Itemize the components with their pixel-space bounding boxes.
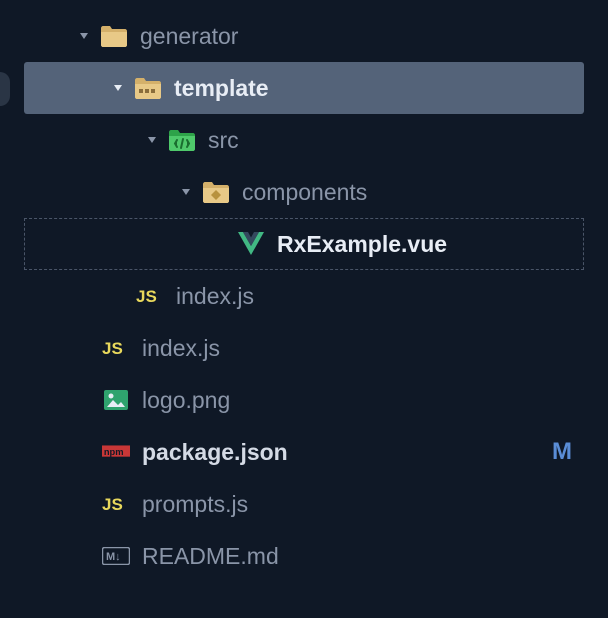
- tree-file-logo[interactable]: logo.png: [0, 374, 608, 426]
- folder-template-icon: [134, 74, 162, 102]
- chevron-down-icon: [110, 80, 126, 96]
- tree-file-readme[interactable]: M↓ README.md: [0, 530, 608, 582]
- folder-components-icon: [202, 178, 230, 206]
- js-icon: JS: [102, 490, 130, 518]
- npm-icon: npm: [102, 438, 130, 466]
- chevron-down-icon: [144, 132, 160, 148]
- tree-folder-components[interactable]: components: [0, 166, 608, 218]
- folder-src-icon: [168, 126, 196, 154]
- tree-item-label: src: [208, 127, 239, 154]
- tree-file-rxexample[interactable]: RxExample.vue: [24, 218, 584, 270]
- tree-folder-src[interactable]: src: [0, 114, 608, 166]
- tree-item-label: RxExample.vue: [277, 231, 447, 258]
- js-icon: JS: [136, 282, 164, 310]
- chevron-down-icon: [76, 28, 92, 44]
- svg-text:JS: JS: [102, 339, 123, 358]
- svg-text:npm: npm: [104, 447, 124, 457]
- sidebar-edge-decoration: [0, 72, 10, 106]
- tree-item-label: prompts.js: [142, 491, 248, 518]
- status-badge-modified: M: [552, 438, 572, 466]
- tree-item-label: logo.png: [142, 387, 230, 414]
- tree-file-index-nested[interactable]: JS index.js: [0, 270, 608, 322]
- markdown-icon: M↓: [102, 542, 130, 570]
- tree-item-label: index.js: [142, 335, 220, 362]
- tree-file-prompts[interactable]: JS prompts.js: [0, 478, 608, 530]
- tree-item-label: template: [174, 75, 269, 102]
- tree-file-index[interactable]: JS index.js: [0, 322, 608, 374]
- js-icon: JS: [102, 334, 130, 362]
- folder-icon: [100, 22, 128, 50]
- tree-file-package[interactable]: npm package.json M: [0, 426, 608, 478]
- tree-item-label: index.js: [176, 283, 254, 310]
- svg-text:JS: JS: [102, 495, 123, 514]
- svg-text:M↓: M↓: [106, 551, 121, 563]
- tree-folder-template[interactable]: template: [24, 62, 584, 114]
- tree-item-label: package.json: [142, 439, 288, 466]
- tree-item-label: generator: [140, 23, 238, 50]
- tree-folder-generator[interactable]: generator: [0, 10, 608, 62]
- vue-icon: [237, 230, 265, 258]
- tree-item-label: README.md: [142, 543, 279, 570]
- tree-item-label: components: [242, 179, 367, 206]
- image-icon: [102, 386, 130, 414]
- chevron-down-icon: [178, 184, 194, 200]
- svg-text:JS: JS: [136, 287, 157, 306]
